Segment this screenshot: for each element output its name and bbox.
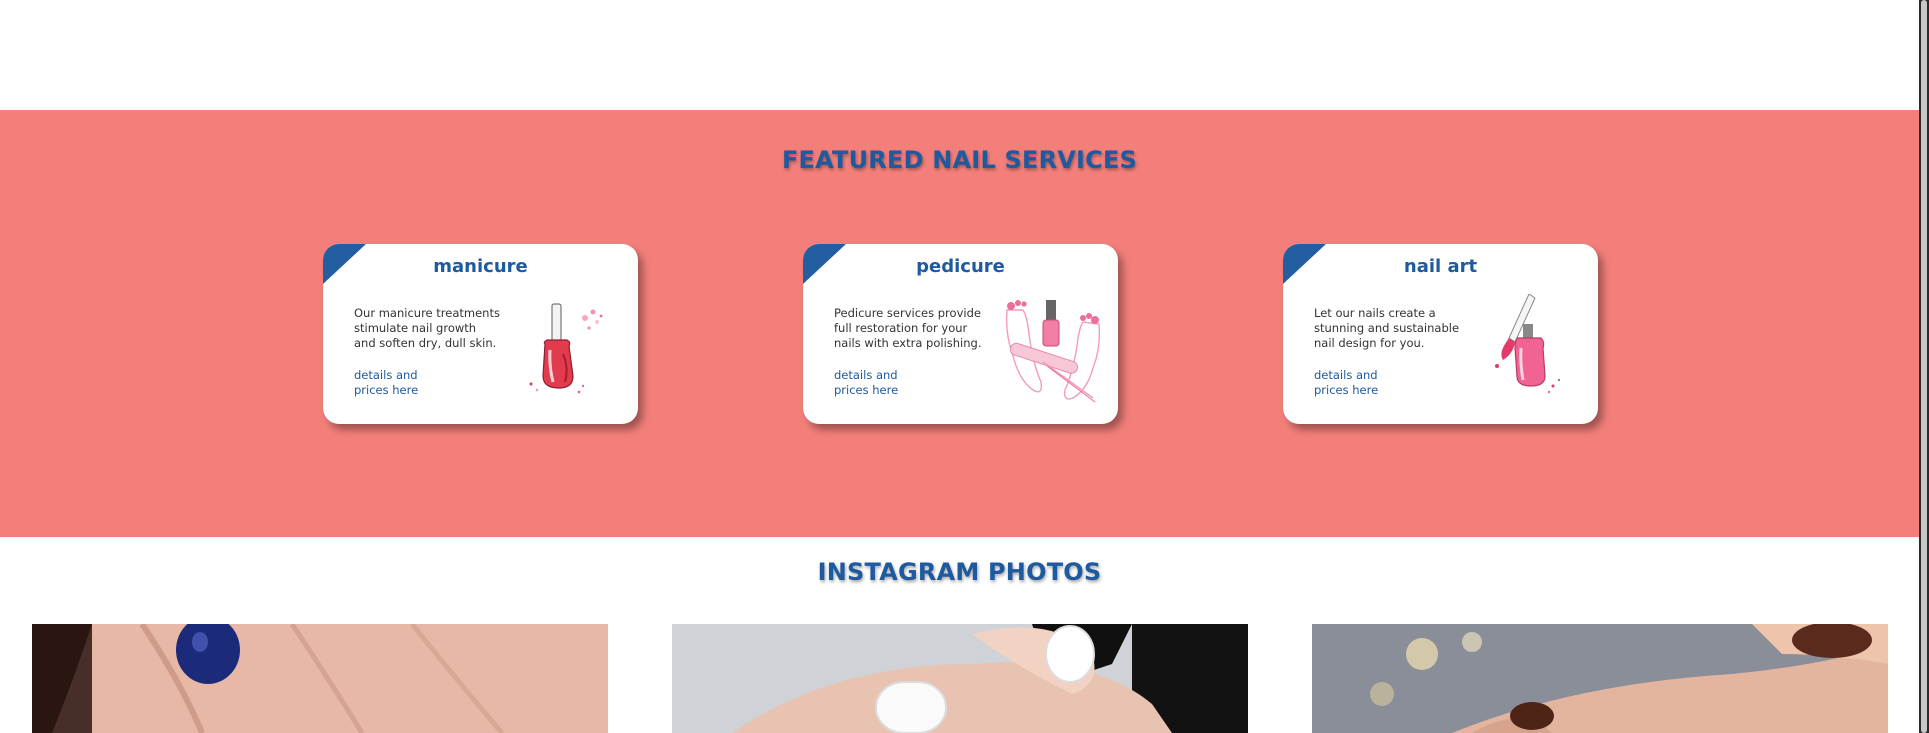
service-card-pedicure: pedicure Pedicure services provide full … — [803, 244, 1118, 424]
featured-services-title: FEATURED NAIL SERVICES — [781, 146, 1138, 174]
card-title: nail art — [1403, 256, 1478, 277]
feet-and-file-icon — [1005, 300, 1101, 403]
details-link[interactable]: details and prices here — [354, 368, 444, 398]
instagram-photo[interactable] — [672, 624, 1248, 733]
details-link[interactable]: details and prices here — [1314, 368, 1404, 398]
service-card-manicure: manicure Our manicure treatments stimula… — [323, 244, 638, 424]
window-scrollbar[interactable] — [1919, 0, 1929, 733]
instagram-photo[interactable] — [32, 624, 608, 733]
photo-hand-blue-nails — [32, 624, 608, 733]
card-title: manicure — [433, 256, 528, 277]
photo-hand-brown-nails — [1312, 624, 1888, 733]
page: FEATURED NAIL SERVICES manicure Our mani… — [0, 0, 1919, 733]
details-link[interactable]: details and prices here — [834, 368, 924, 398]
featured-services-section: FEATURED NAIL SERVICES manicure Our mani… — [0, 110, 1919, 537]
scrollbar-thumb[interactable] — [1921, 0, 1927, 733]
card-title: pedicure — [916, 256, 1005, 277]
instagram-title: INSTAGRAM PHOTOS — [817, 558, 1102, 586]
nail-polish-bottle-icon — [529, 303, 603, 394]
instagram-photo[interactable] — [1312, 624, 1888, 733]
photo-hand-white-nails — [672, 624, 1248, 733]
open-polish-brush-icon — [1495, 294, 1561, 394]
card-description: Our manicure treatments stimulate nail g… — [354, 306, 500, 350]
card-description: Pedicure services provide full restorati… — [834, 306, 982, 350]
service-card-nail-art: nail art Let our nails create a stunning… — [1283, 244, 1598, 424]
card-description: Let our nails create a stunning and sust… — [1314, 306, 1460, 350]
